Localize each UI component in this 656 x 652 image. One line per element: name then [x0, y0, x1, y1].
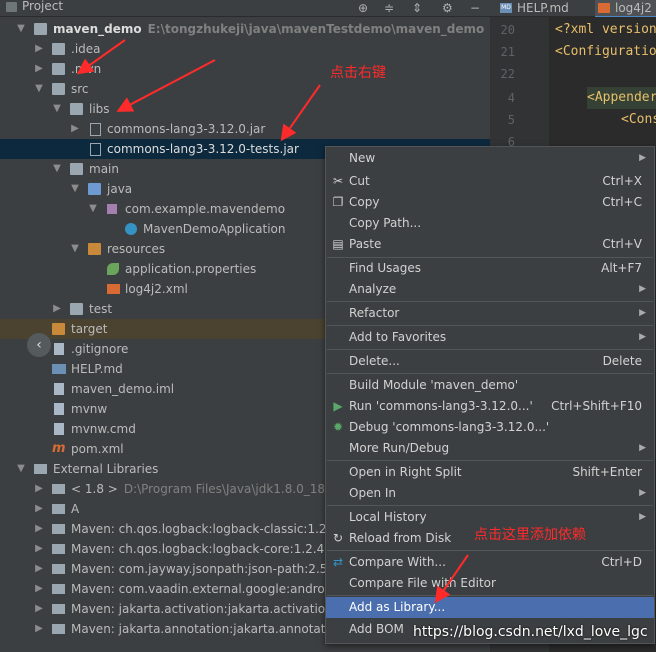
annotation-right-click: 点击右键 — [330, 65, 386, 81]
arrow-to-src — [76, 39, 126, 75]
arrow-to-add-library — [434, 554, 469, 604]
arrow-to-libs — [116, 59, 216, 112]
arrow-to-jar — [280, 84, 321, 142]
watermark: https://blog.csdn.net/lxd_love_lgc — [413, 624, 648, 640]
annotation-arrows — [76, 39, 469, 604]
annotation-add-here: 点击这里添加依赖 — [474, 527, 586, 543]
